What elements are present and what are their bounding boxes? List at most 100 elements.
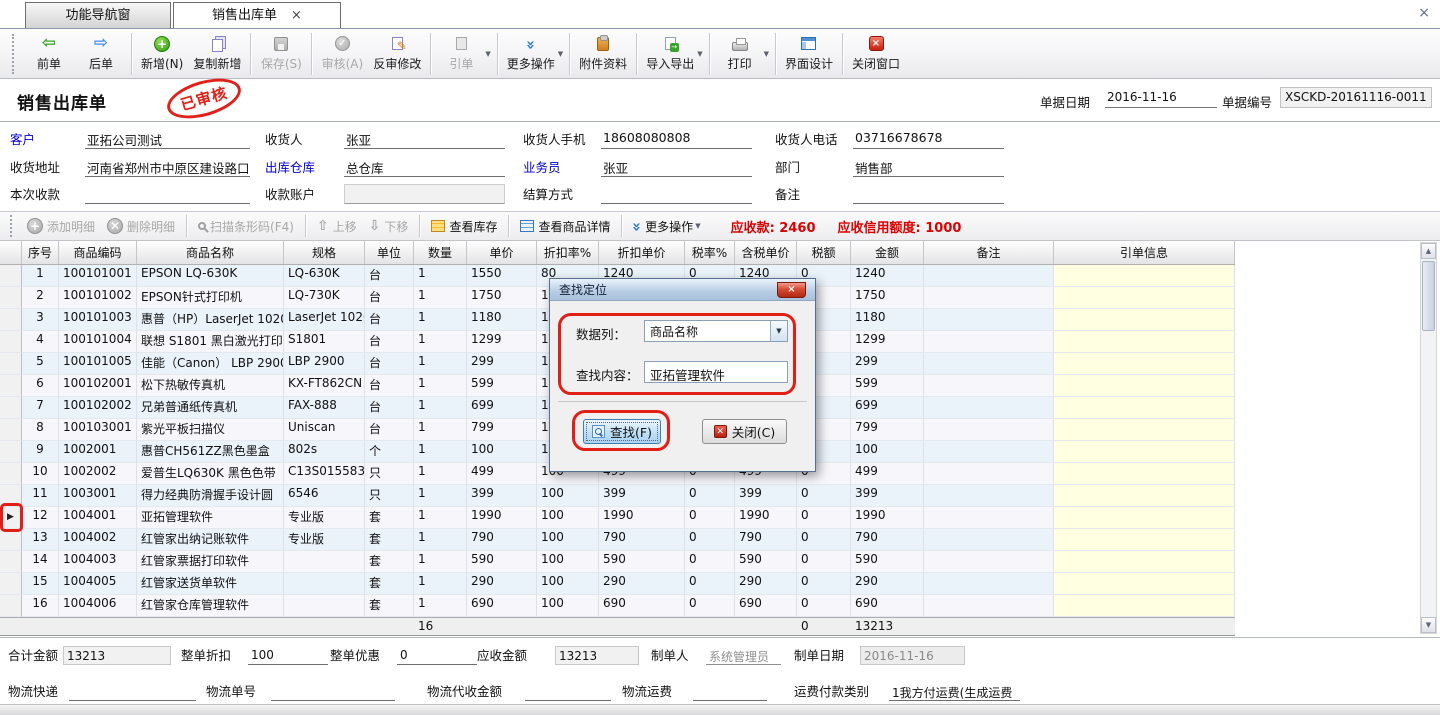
grid-cell[interactable]: 1 (414, 507, 467, 529)
new-button[interactable]: + 新增(N) (136, 31, 188, 77)
form-field[interactable]: 销售部 (853, 157, 1004, 177)
next-order-button[interactable]: ⇨ 后单 (75, 31, 127, 77)
grid-cell[interactable]: 0 (797, 485, 851, 507)
grid-cell[interactable] (1054, 287, 1235, 309)
audit-button[interactable]: ✓ 审核(A) (316, 31, 368, 77)
print-button[interactable]: 打印 (714, 31, 766, 77)
grid-cell[interactable]: 1180 (851, 309, 924, 331)
attachments-button[interactable]: 附件资料 (574, 31, 632, 77)
grid-cell[interactable]: 1 (414, 595, 467, 617)
form-field[interactable]: 张亚 (601, 157, 752, 177)
grid-cell[interactable]: 3 (22, 309, 59, 331)
grid-cell[interactable] (924, 419, 1054, 441)
grid-cell[interactable]: 0 (797, 551, 851, 573)
doc-date-field[interactable]: 2016-11-16 (1105, 88, 1217, 108)
footer-field[interactable]: 0 (397, 646, 477, 665)
grid-cell[interactable]: 100101005 (59, 353, 137, 375)
grid-cell[interactable]: 1002001 (59, 441, 137, 463)
column-header[interactable] (0, 241, 22, 264)
row-indicator[interactable] (0, 441, 22, 463)
footer-field[interactable]: 100 (248, 646, 328, 665)
grid-cell[interactable]: 1 (414, 265, 467, 287)
grid-cell[interactable]: 1750 (851, 287, 924, 309)
scroll-down-icon[interactable]: ▼ (1421, 617, 1436, 633)
column-header[interactable]: 折扣率% (537, 241, 599, 264)
grid-cell[interactable]: 399 (735, 485, 797, 507)
grid-cell[interactable] (1054, 353, 1235, 375)
tab-close-icon[interactable]: × (291, 3, 302, 28)
grid-cell[interactable]: 11 (22, 485, 59, 507)
delete-detail-button[interactable]: ✕ 删除明细 (107, 218, 175, 235)
grid-cell[interactable]: 590 (735, 551, 797, 573)
column-header[interactable]: 含税单价 (735, 241, 797, 264)
grid-cell[interactable]: 1 (414, 551, 467, 573)
search-content-input[interactable]: 亚拓管理软件 (644, 361, 788, 383)
footer-field[interactable] (693, 682, 767, 701)
grid-cell[interactable] (1054, 375, 1235, 397)
form-label[interactable]: 业务员 (523, 159, 561, 177)
column-header[interactable]: 引单信息 (1054, 241, 1235, 264)
grid-cell[interactable] (924, 287, 1054, 309)
grid-cell[interactable]: 399 (467, 485, 537, 507)
grid-cell[interactable]: 399 (851, 485, 924, 507)
grid-cell[interactable]: 8 (22, 419, 59, 441)
grid-cell[interactable]: 790 (467, 529, 537, 551)
grid-cell[interactable]: 100101004 (59, 331, 137, 353)
grid-cell[interactable]: 599 (467, 375, 537, 397)
grid-cell[interactable]: 红管家送货单软件 (137, 573, 284, 595)
row-indicator[interactable] (0, 551, 22, 573)
grid-cell[interactable] (284, 595, 365, 617)
form-field[interactable] (853, 184, 1004, 204)
grid-cell[interactable]: 1004003 (59, 551, 137, 573)
row-indicator[interactable] (0, 595, 22, 617)
grid-cell[interactable]: 台 (365, 309, 414, 331)
grid-cell[interactable]: 14 (22, 551, 59, 573)
row-indicator[interactable] (0, 573, 22, 595)
grid-cell[interactable]: 6546 (284, 485, 365, 507)
view-stock-button[interactable]: 查看库存 (431, 218, 497, 235)
grid-cell[interactable]: Uniscan (284, 419, 365, 441)
grid-cell[interactable]: 1 (414, 573, 467, 595)
grid-cell[interactable]: 1 (414, 287, 467, 309)
column-header[interactable]: 序号 (22, 241, 59, 264)
dialog-close-icon[interactable]: × (777, 282, 806, 298)
footer-field[interactable] (525, 682, 611, 701)
grid-cell[interactable] (1054, 265, 1235, 287)
grid-cell[interactable]: 0 (685, 529, 735, 551)
column-header[interactable]: 商品名称 (137, 241, 284, 264)
grid-cell[interactable]: 12 (22, 507, 59, 529)
tab-function-nav[interactable]: 功能导航窗 (25, 2, 171, 28)
grid-cell[interactable]: 台 (365, 265, 414, 287)
grid-cell[interactable]: 佳能（Canon） LBP 2900+ (137, 353, 284, 375)
grid-cell[interactable]: 299 (467, 353, 537, 375)
form-field[interactable]: 亚拓公司测试 (85, 129, 250, 149)
grid-cell[interactable] (924, 463, 1054, 485)
grid-cell[interactable]: EPSON LQ-630K (137, 265, 284, 287)
grid-cell[interactable]: 台 (365, 419, 414, 441)
grid-cell[interactable]: 100102001 (59, 375, 137, 397)
grid-cell[interactable]: 290 (599, 573, 685, 595)
row-indicator[interactable] (0, 397, 22, 419)
ui-design-button[interactable]: 界面设计 (780, 31, 838, 77)
table-row[interactable]: 141004003红管家票据打印软件套159010059005900590 (0, 551, 1235, 573)
grid-cell[interactable]: 290 (851, 573, 924, 595)
dropdown-arrow-icon[interactable]: ▼ (697, 50, 702, 58)
grid-cell[interactable]: 只 (365, 463, 414, 485)
grid-cell[interactable]: 4 (22, 331, 59, 353)
grid-cell[interactable]: 套 (365, 573, 414, 595)
table-row[interactable]: ▶121004001亚拓管理软件专业版套11990100199001990019… (0, 507, 1235, 529)
grid-cell[interactable]: KX-FT862CN (284, 375, 365, 397)
grid-cell[interactable]: 1 (414, 375, 467, 397)
grid-cell[interactable]: 个 (365, 441, 414, 463)
dropdown-arrow-icon[interactable]: ▼ (485, 50, 490, 58)
reference-order-button[interactable]: 引单 (435, 31, 487, 77)
grid-cell[interactable]: 得力经典防滑握手设计圆 (137, 485, 284, 507)
grid-cell[interactable]: 1299 (851, 331, 924, 353)
grid-cell[interactable]: 100 (537, 595, 599, 617)
grid-cell[interactable]: 590 (599, 551, 685, 573)
grid-cell[interactable]: C13S015583 (284, 463, 365, 485)
grid-cell[interactable] (1054, 397, 1235, 419)
grid-cell[interactable]: 1 (414, 529, 467, 551)
grid-cell[interactable] (1054, 529, 1235, 551)
grid-cell[interactable]: 100 (537, 485, 599, 507)
